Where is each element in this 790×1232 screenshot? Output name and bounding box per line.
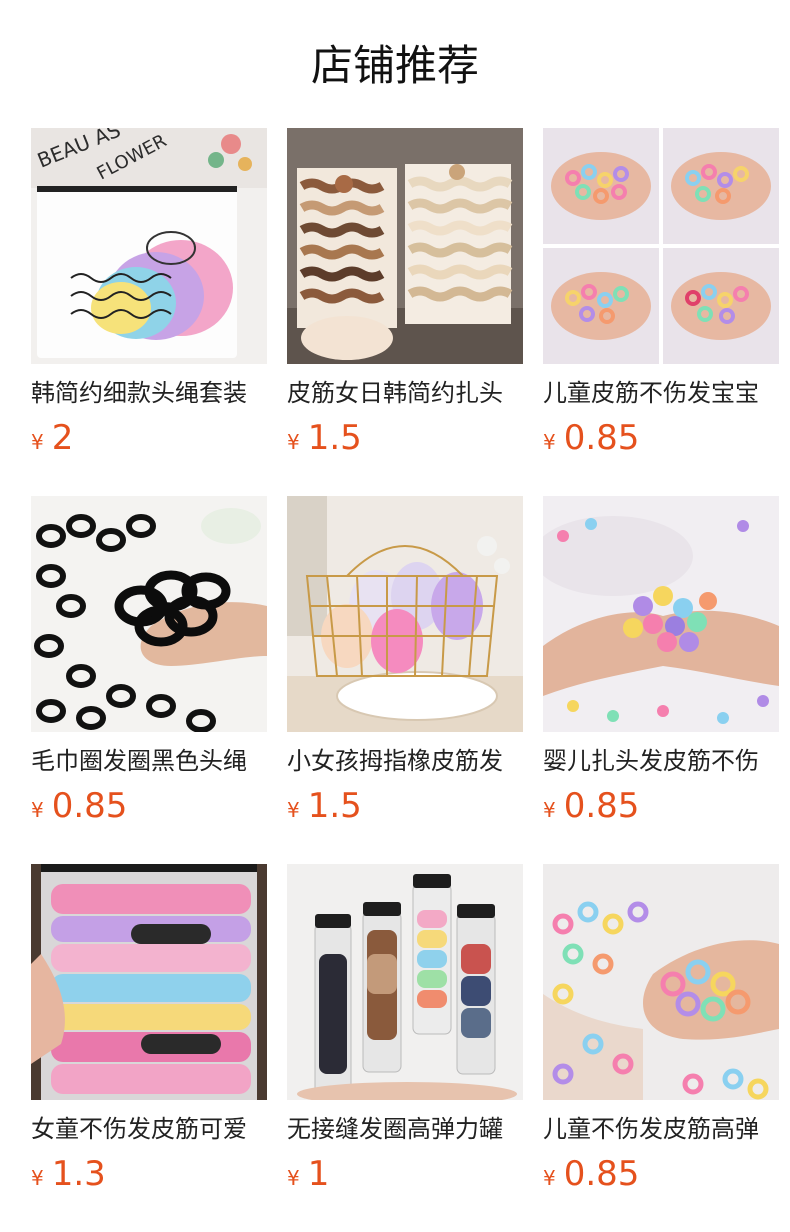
product-image[interactable] [31,496,267,732]
product-card[interactable]: 无接缝发圈高弹力罐 ¥1 [287,864,523,1232]
currency-symbol: ¥ [543,430,556,454]
product-image[interactable] [543,496,779,732]
currency-symbol: ¥ [287,430,300,454]
product-name[interactable]: 皮筋女日韩简约扎头 [287,376,523,410]
currency-symbol: ¥ [31,798,44,822]
price-value: 0.85 [51,786,128,826]
product-name[interactable]: 无接缝发圈高弹力罐 [287,1112,523,1146]
product-image[interactable] [287,496,523,732]
product-card[interactable]: 毛巾圈发圈黑色头绳 ¥0.85 [31,496,267,864]
page-title: 店铺推荐 [310,41,479,90]
product-price: ¥0.85 [31,784,127,828]
currency-symbol: ¥ [31,430,44,454]
product-image[interactable] [287,864,523,1100]
product-image[interactable] [287,128,523,364]
product-card[interactable]: BEAU AS FLOWER 韩简约细款头绳套装 ¥2 [31,128,267,496]
product-name[interactable]: 毛巾圈发圈黑色头绳 [31,744,267,778]
product-image[interactable] [543,128,779,364]
price-value: 0.85 [563,786,640,826]
product-image[interactable] [31,864,267,1100]
product-price: ¥0.85 [543,784,639,828]
product-price: ¥1.3 [31,1152,106,1196]
price-value: 1.5 [307,786,362,826]
product-image[interactable]: BEAU AS FLOWER [31,128,267,364]
product-name[interactable]: 韩简约细款头绳套装 [31,376,267,410]
product-card[interactable]: 婴儿扎头发皮筋不伤 ¥0.85 [543,496,779,864]
product-image[interactable] [543,864,779,1100]
currency-symbol: ¥ [31,1166,44,1190]
currency-symbol: ¥ [543,798,556,822]
price-value: 1.3 [51,1154,106,1194]
currency-symbol: ¥ [287,798,300,822]
product-grid: BEAU AS FLOWER 韩简约细款头绳套装 ¥2 皮筋女日韩简约扎头 ¥ … [31,128,779,1232]
product-card[interactable]: 儿童皮筋不伤发宝宝 ¥0.85 [543,128,779,496]
price-value: 0.85 [563,1154,640,1194]
price-value: 2 [51,418,74,458]
product-price: ¥0.85 [543,416,639,460]
product-name[interactable]: 婴儿扎头发皮筋不伤 [543,744,779,778]
product-price: ¥1.5 [287,784,362,828]
currency-symbol: ¥ [287,1166,300,1190]
product-name[interactable]: 儿童皮筋不伤发宝宝 [543,376,779,410]
currency-symbol: ¥ [543,1166,556,1190]
price-value: 1.5 [307,418,362,458]
product-price: ¥2 [31,416,73,460]
product-card[interactable]: 女童不伤发皮筋可爱 ¥1.3 [31,864,267,1232]
product-name[interactable]: 女童不伤发皮筋可爱 [31,1112,267,1146]
product-card[interactable]: 儿童不伤发皮筋高弹 ¥0.85 [543,864,779,1232]
product-name[interactable]: 儿童不伤发皮筋高弹 [543,1112,779,1146]
product-card[interactable]: 小女孩拇指橡皮筋发 ¥1.5 [287,496,523,864]
product-price: ¥1 [287,1152,329,1196]
price-value: 0.85 [563,418,640,458]
product-name[interactable]: 小女孩拇指橡皮筋发 [287,744,523,778]
product-price: ¥1.5 [287,416,362,460]
product-card[interactable]: 皮筋女日韩简约扎头 ¥1.5 [287,128,523,496]
product-price: ¥0.85 [543,1152,639,1196]
price-value: 1 [307,1154,330,1194]
